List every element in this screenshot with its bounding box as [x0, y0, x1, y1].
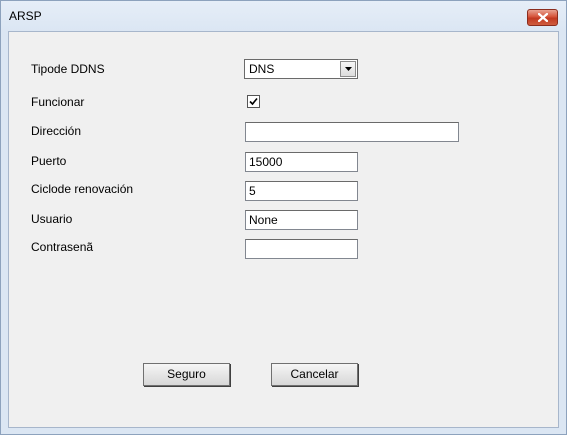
dialog-body: Tipode DDNS DNS Funcionar Dirección Puer… [8, 31, 559, 428]
port-field[interactable]: 15000 [245, 152, 358, 172]
dropdown-button[interactable] [340, 61, 356, 77]
enable-checkbox[interactable] [247, 95, 260, 108]
ok-button[interactable]: Seguro [143, 363, 230, 386]
cancel-button[interactable]: Cancelar [271, 363, 358, 386]
password-field[interactable] [245, 239, 358, 259]
title-bar[interactable]: ARSP [1, 1, 566, 31]
port-label: Puerto [31, 154, 67, 168]
dialog-window: ARSP Tipode DDNS DNS Funcionar Dirección… [0, 0, 567, 435]
user-field[interactable]: None [245, 210, 358, 230]
checkmark-icon [249, 97, 258, 106]
close-icon [538, 13, 548, 22]
address-field[interactable] [245, 122, 459, 142]
chevron-down-icon [345, 67, 352, 71]
renewal-cycle-field[interactable]: 5 [245, 181, 358, 201]
window-title: ARSP [9, 9, 42, 23]
close-button[interactable] [527, 9, 558, 26]
ddns-type-select[interactable]: DNS [244, 59, 358, 79]
password-label: Contrasenã [31, 240, 94, 254]
ddns-type-label: Tipode DDNS [31, 62, 105, 76]
address-label: Dirección [31, 124, 82, 138]
user-label: Usuario [31, 212, 73, 226]
ddns-type-value: DNS [249, 62, 275, 76]
renewal-cycle-label: Ciclode renovación [31, 182, 134, 196]
enable-label: Funcionar [31, 95, 85, 109]
